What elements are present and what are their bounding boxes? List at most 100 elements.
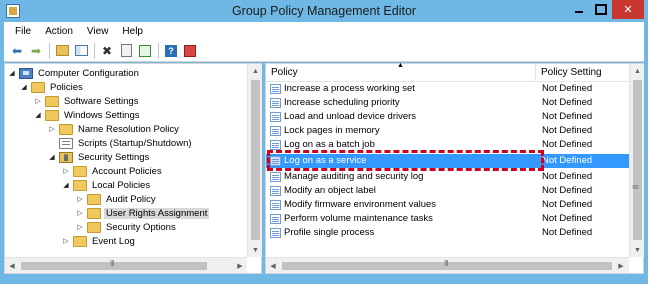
tree-item-local-policies[interactable]: ◢ Local Policies (61, 178, 152, 192)
forward-icon[interactable]: ➡ (27, 42, 45, 60)
list-horizontal-scrollbar[interactable]: ◀ III ▶ (266, 257, 629, 273)
collapsed-arrow-icon[interactable]: ▷ (75, 223, 85, 231)
policy-icon (270, 140, 281, 150)
scroll-thumb[interactable] (21, 262, 207, 270)
help-icon[interactable]: ? (162, 42, 180, 60)
policy-icon (270, 112, 281, 122)
tree-item-user-rights-assignment[interactable]: ▷ User Rights Assignment (75, 206, 210, 220)
tree-vertical-scrollbar[interactable]: ▲ ▼ (247, 64, 262, 257)
policy-icon (270, 228, 281, 238)
window-title: Group Policy Management Editor (231, 4, 417, 18)
scroll-up-icon[interactable]: ▲ (630, 64, 645, 78)
tree-item-account-policies[interactable]: ▷ Account Policies (61, 164, 164, 178)
scroll-right-icon[interactable]: ▶ (614, 258, 628, 274)
tree-item-scripts[interactable]: Scripts (Startup/Shutdown) (47, 136, 194, 150)
tree-item-label: Name Resolution Policy (78, 123, 179, 135)
scroll-up-icon[interactable]: ▲ (248, 64, 263, 78)
scroll-thumb[interactable] (633, 80, 642, 240)
tree-item-audit-policy[interactable]: ▷ Audit Policy (75, 192, 158, 206)
list-vertical-scrollbar[interactable]: ▲ III ▼ (629, 64, 644, 257)
policy-setting: Not Defined (542, 227, 593, 238)
back-icon[interactable]: ⬅ (8, 42, 26, 60)
policy-icon (270, 214, 281, 224)
script-icon (59, 137, 73, 149)
column-header-policy-setting[interactable]: Policy Setting (536, 64, 630, 82)
expanded-arrow-icon[interactable]: ◢ (19, 83, 29, 91)
scroll-down-icon[interactable]: ▼ (630, 243, 645, 257)
minimize-button[interactable] (568, 0, 590, 19)
expanded-arrow-icon[interactable]: ◢ (61, 181, 71, 189)
policy-icon (270, 200, 281, 210)
computer-icon (19, 67, 33, 79)
title-bar[interactable]: Group Policy Management Editor ✕ (0, 0, 648, 22)
policy-name: Perform volume maintenance tasks (284, 213, 433, 224)
menu-help[interactable]: Help (115, 26, 150, 37)
policy-icon (270, 172, 281, 182)
maximize-button[interactable] (590, 0, 612, 19)
expanded-arrow-icon[interactable]: ◢ (7, 69, 17, 77)
up-folder-icon[interactable] (53, 42, 71, 60)
list-item[interactable]: Log on as a batch job Not Defined (266, 138, 630, 152)
scroll-down-icon[interactable]: ▼ (248, 243, 263, 257)
export-icon[interactable] (136, 42, 154, 60)
properties-icon[interactable] (117, 42, 135, 60)
column-header-label: Policy Setting (541, 67, 602, 78)
scroll-left-icon[interactable]: ◀ (5, 258, 19, 274)
folder-icon (87, 221, 101, 233)
collapsed-arrow-icon[interactable]: ▷ (75, 195, 85, 203)
expanded-arrow-icon[interactable]: ◢ (33, 111, 43, 119)
policy-setting: Not Defined (542, 185, 593, 196)
policy-icon (270, 98, 281, 108)
list-item[interactable]: Load and unload device drivers Not Defin… (266, 110, 630, 124)
tree-item-name-resolution-policy[interactable]: ▷ Name Resolution Policy (47, 122, 181, 136)
menu-bar: File Action View Help (4, 22, 644, 40)
scroll-thumb[interactable] (251, 80, 260, 240)
delete-icon[interactable]: ✖ (98, 42, 116, 60)
list-item[interactable]: Increase scheduling priority Not Defined (266, 96, 630, 110)
list-item[interactable]: Perform volume maintenance tasks Not Def… (266, 212, 630, 226)
toolbar-separator (158, 42, 159, 59)
list-item[interactable]: Increase a process working set Not Defin… (266, 82, 630, 96)
policy-name: Load and unload device drivers (284, 111, 417, 122)
tree-item-security-settings[interactable]: ◢ Security Settings (47, 150, 151, 164)
column-header-policy[interactable]: Policy ▲ (266, 62, 536, 82)
menu-file[interactable]: File (8, 26, 38, 37)
expanded-arrow-icon[interactable]: ◢ (47, 153, 57, 161)
folder-icon (73, 179, 87, 191)
tree-item-security-options[interactable]: ▷ Security Options (75, 220, 178, 234)
menu-view[interactable]: View (80, 26, 116, 37)
scroll-right-icon[interactable]: ▶ (233, 258, 247, 274)
tree-item-windows-settings[interactable]: ◢ Windows Settings (33, 108, 142, 122)
collapsed-arrow-icon[interactable]: ▷ (33, 97, 43, 105)
tree-item-event-log[interactable]: ▷ Event Log (61, 234, 137, 248)
collapsed-arrow-icon[interactable]: ▷ (61, 237, 71, 245)
filter-icon[interactable] (181, 42, 199, 60)
folder-icon (45, 95, 59, 107)
tree-item-policies[interactable]: ◢ Policies (19, 80, 85, 94)
menu-action[interactable]: Action (38, 26, 80, 37)
list-item[interactable]: Modify an object label Not Defined (266, 184, 630, 198)
close-button[interactable]: ✕ (612, 0, 644, 19)
list-item[interactable]: Manage auditing and security log Not Def… (266, 170, 630, 184)
list-item[interactable]: Modify firmware environment values Not D… (266, 198, 630, 212)
collapsed-arrow-icon[interactable]: ▷ (47, 125, 57, 133)
toolbar-separator (49, 42, 50, 59)
policy-name: Log on as a service (284, 155, 367, 166)
folder-icon (87, 207, 101, 219)
tree-horizontal-scrollbar[interactable]: ◀ III ▶ (5, 257, 247, 273)
tree-item-software-settings[interactable]: ▷ Software Settings (33, 94, 140, 108)
show-hide-tree-icon[interactable] (72, 42, 90, 60)
list-item[interactable]: Profile single process Not Defined (266, 226, 630, 240)
scroll-left-icon[interactable]: ◀ (266, 258, 280, 274)
policy-name: Lock pages in memory (284, 125, 380, 136)
tree-item-label: Scripts (Startup/Shutdown) (78, 137, 192, 149)
main-window: Group Policy Management Editor ✕ File Ac… (0, 0, 648, 284)
list-item[interactable]: Lock pages in memory Not Defined (266, 124, 630, 138)
collapsed-arrow-icon[interactable]: ▷ (61, 167, 71, 175)
folder-icon (73, 235, 87, 247)
tree-item-computer-configuration[interactable]: ◢ Computer Configuration (7, 66, 141, 80)
list-item-selected[interactable]: Log on as a service Not Defined (266, 154, 630, 168)
collapsed-arrow-icon[interactable]: ▷ (75, 209, 85, 217)
policy-setting: Not Defined (542, 213, 593, 224)
tree-item-label: User Rights Assignment (104, 207, 210, 219)
